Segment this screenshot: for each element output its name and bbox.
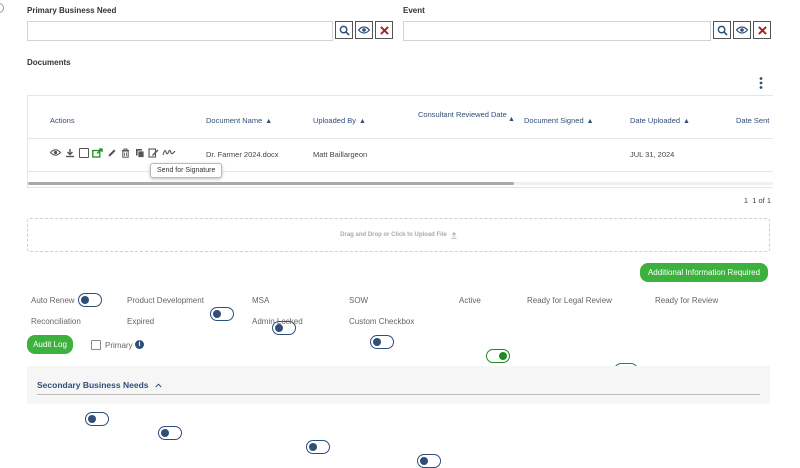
- toggle-label-ready-for-legal-review: Ready for Legal Review: [527, 296, 612, 305]
- chevron-up-icon[interactable]: [154, 382, 162, 388]
- table-row: Dr. Farmer 2024.docx Matt Baillargeon JU…: [28, 139, 773, 169]
- toggle-label-admin-locked: Admin Locked: [252, 317, 303, 326]
- toggle-admin-locked[interactable]: [306, 440, 330, 454]
- edge-circle-icon: [0, 3, 4, 13]
- primary-business-need-field[interactable]: [27, 21, 333, 41]
- kebab-menu-icon[interactable]: [757, 76, 765, 90]
- primary-view-button[interactable]: [355, 21, 373, 39]
- column-header-date-uploaded[interactable]: Date Uploaded ▲︎: [630, 116, 690, 126]
- sort-icon[interactable]: ▲︎: [587, 118, 594, 125]
- close-icon: [757, 25, 767, 35]
- secondary-divider: [37, 394, 760, 395]
- primary-clear-button[interactable]: [375, 21, 393, 39]
- sort-icon[interactable]: ▲︎: [683, 118, 690, 125]
- event-label: Event: [403, 6, 425, 15]
- event-search-button[interactable]: [713, 21, 731, 39]
- pagination: 1 1 of 1: [743, 196, 771, 205]
- primary-checkbox-label: Primary: [105, 341, 133, 350]
- primary-search-button[interactable]: [335, 21, 353, 39]
- additional-information-required-button[interactable]: Additional Information Required: [640, 263, 768, 282]
- column-header-label: Date Sent: [736, 116, 770, 125]
- secondary-business-needs-panel: Secondary Business Needs: [27, 366, 770, 404]
- secondary-business-needs-header[interactable]: Secondary Business Needs: [37, 380, 162, 390]
- close-icon: [379, 25, 389, 35]
- horizontal-scrollbar-thumb[interactable]: [28, 182, 514, 185]
- toggle-label-active: Active: [459, 296, 481, 305]
- edit-icon[interactable]: [106, 147, 117, 158]
- sign-document-icon[interactable]: [148, 147, 159, 158]
- toggle-label-msa: MSA: [252, 296, 270, 305]
- event-field[interactable]: [403, 21, 711, 41]
- cell-date-uploaded: JUL 31, 2024: [630, 150, 675, 159]
- info-icon[interactable]: i: [135, 340, 144, 349]
- toggle-label-custom-checkbox: Custom Checkbox: [349, 317, 415, 326]
- eye-icon: [358, 26, 370, 34]
- column-header-label: Uploaded By: [313, 116, 356, 125]
- column-header-label: Consultant Reviewed Date: [418, 110, 507, 119]
- column-header-consultant-reviewed-date[interactable]: Consultant Reviewed Date: [418, 110, 510, 119]
- column-header-label: Document Name: [206, 116, 263, 125]
- toggle-label-product-development: Product Development: [127, 296, 204, 305]
- sort-icon[interactable]: ▲︎: [265, 118, 272, 125]
- column-header-label: Document Signed: [524, 116, 584, 125]
- column-header-document-signed[interactable]: Document Signed ▲︎: [524, 116, 594, 126]
- toggle-label-ready-for-review: Ready for Review: [655, 296, 719, 305]
- toggle-label-auto-renew: Auto Renew: [31, 296, 75, 305]
- upload-text: Drag and Drop or Click to Upload File: [340, 232, 447, 238]
- upload-dropzone[interactable]: Drag and Drop or Click to Upload File: [27, 218, 770, 252]
- toggle-product-development[interactable]: [210, 307, 234, 321]
- toggle-sow[interactable]: [370, 335, 394, 349]
- select-checkbox[interactable]: [78, 147, 89, 158]
- toggle-expired[interactable]: [158, 426, 182, 440]
- delete-icon[interactable]: [120, 147, 131, 158]
- eye-icon: [736, 26, 748, 34]
- toggle-label-sow: SOW: [349, 296, 369, 305]
- audit-log-button[interactable]: Audit Log: [27, 335, 73, 354]
- sort-icon[interactable]: ▲︎: [508, 116, 515, 123]
- tooltip-text: Send for Signature: [157, 167, 216, 174]
- toggle-custom-checkbox[interactable]: [417, 454, 441, 468]
- cell-document-name[interactable]: Dr. Farmer 2024.docx: [206, 150, 279, 159]
- toggle-auto-renew[interactable]: [78, 293, 102, 307]
- sort-icon[interactable]: ▲︎: [359, 118, 366, 125]
- column-header-actions: Actions: [50, 116, 75, 125]
- toggle-active[interactable]: [486, 349, 510, 363]
- toggle-label-reconciliation: Reconciliation: [31, 317, 81, 326]
- cell-uploaded-by: Matt Baillargeon: [313, 150, 368, 159]
- signature-icon[interactable]: [162, 147, 176, 158]
- column-header-label: Date Uploaded: [630, 116, 681, 125]
- search-icon: [717, 25, 728, 36]
- toggle-label-expired: Expired: [127, 317, 155, 326]
- horizontal-scrollbar-track[interactable]: [28, 182, 773, 185]
- view-icon[interactable]: [50, 147, 61, 158]
- upload-icon: [451, 231, 457, 239]
- column-header-document-name[interactable]: Document Name ▲︎: [206, 116, 272, 126]
- send-for-signature-tooltip: Send for Signature: [150, 163, 223, 178]
- copy-icon[interactable]: [134, 147, 145, 158]
- secondary-business-needs-title: Secondary Business Needs: [37, 380, 149, 390]
- event-clear-button[interactable]: [753, 21, 771, 39]
- toggle-reconciliation[interactable]: [85, 412, 109, 426]
- row-actions: [50, 147, 176, 158]
- primary-checkbox[interactable]: [91, 340, 101, 350]
- primary-business-need-label: Primary Business Need: [27, 6, 117, 15]
- search-icon: [339, 25, 350, 36]
- documents-table: Actions Document Name ▲︎ Uploaded By ▲︎ Co…: [27, 95, 773, 188]
- row-divider: [28, 171, 773, 172]
- event-view-button[interactable]: [733, 21, 751, 39]
- documents-title: Documents: [27, 58, 71, 67]
- download-icon[interactable]: [64, 147, 75, 158]
- column-header-date-sent[interactable]: Date Sent: [736, 116, 769, 125]
- share-icon[interactable]: [92, 147, 103, 158]
- column-header-uploaded-by[interactable]: Uploaded By ▲︎: [313, 116, 366, 126]
